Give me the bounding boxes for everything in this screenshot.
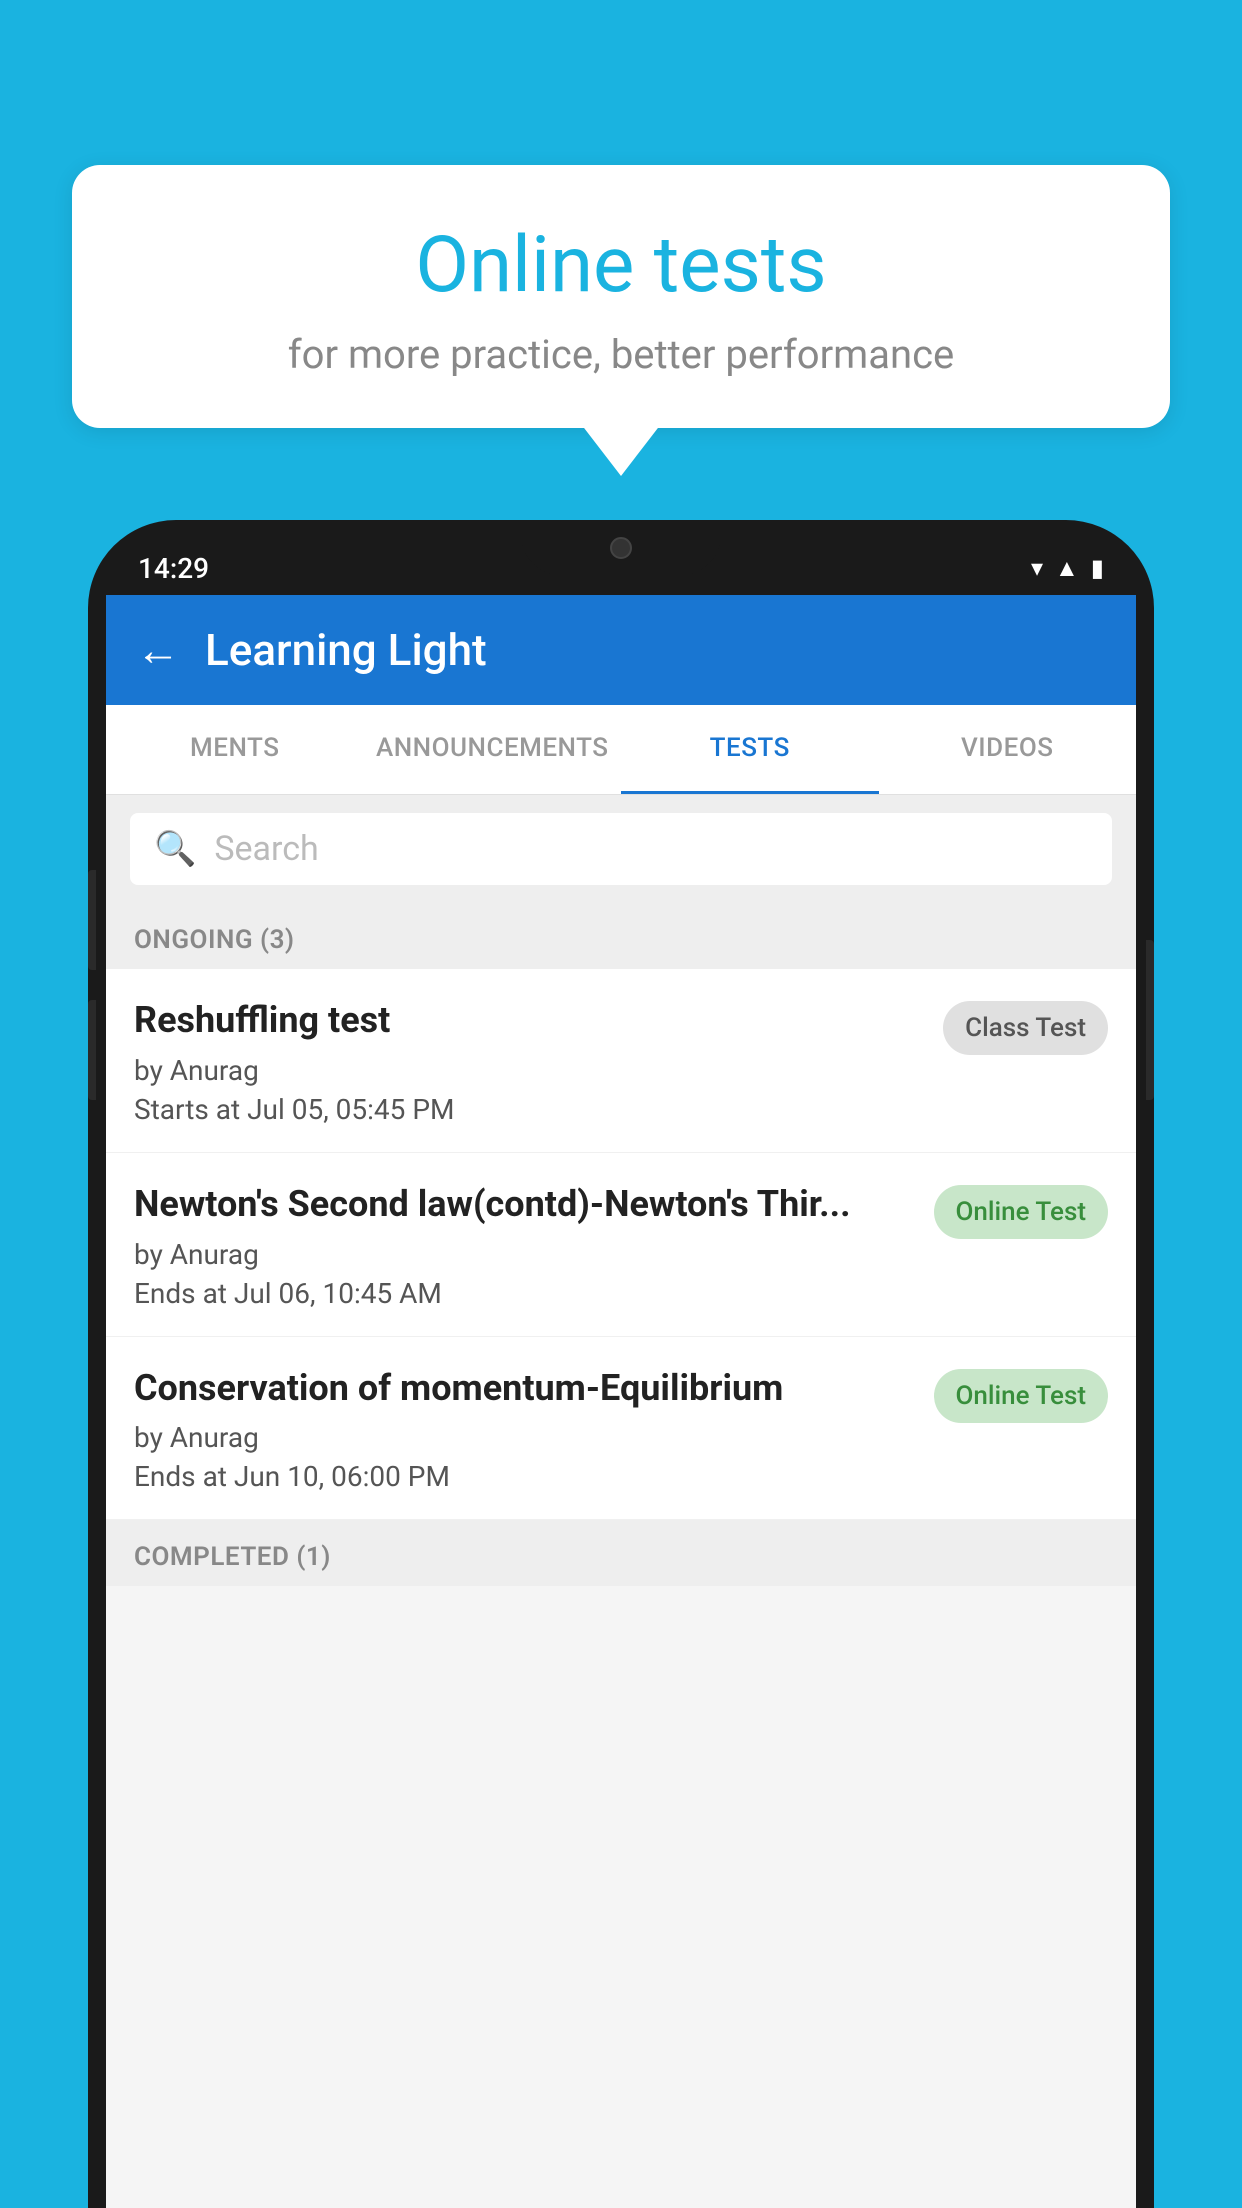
test-info: Reshuffling test by Anurag Starts at Jul… bbox=[134, 997, 925, 1126]
tab-videos[interactable]: VIDEOS bbox=[879, 705, 1137, 794]
tab-ments[interactable]: MENTS bbox=[106, 705, 364, 794]
test-name: Newton's Second law(contd)-Newton's Thir… bbox=[134, 1181, 916, 1228]
app-title: Learning Light bbox=[205, 624, 487, 676]
tab-tests[interactable]: TESTS bbox=[621, 705, 879, 794]
signal-icon: ▲ bbox=[1055, 554, 1079, 583]
back-button[interactable]: ← bbox=[136, 624, 180, 676]
test-date: Ends at Jun 10, 06:00 PM bbox=[134, 1460, 916, 1493]
phone-screen: ← Learning Light MENTS ANNOUNCEMENTS TES… bbox=[106, 595, 1136, 2208]
search-bar[interactable]: 🔍 Search bbox=[130, 813, 1112, 885]
search-bar-container: 🔍 Search bbox=[106, 795, 1136, 903]
test-badge: Online Test bbox=[934, 1369, 1109, 1423]
volume-up-button[interactable] bbox=[88, 870, 96, 970]
test-list: Reshuffling test by Anurag Starts at Jul… bbox=[106, 969, 1136, 1520]
wifi-icon: ▾ bbox=[1031, 554, 1043, 582]
test-name: Reshuffling test bbox=[134, 997, 925, 1044]
speech-bubble: Online tests for more practice, better p… bbox=[72, 165, 1170, 428]
search-icon: 🔍 bbox=[154, 829, 196, 869]
volume-down-button[interactable] bbox=[88, 1000, 96, 1100]
test-item[interactable]: Conservation of momentum-Equilibrium by … bbox=[106, 1337, 1136, 1521]
phone-frame: 14:29 ▾ ▲ ▮ ← Learning Light MENTS ANNOU… bbox=[88, 520, 1154, 2208]
test-by: by Anurag bbox=[134, 1421, 916, 1454]
power-button[interactable] bbox=[1146, 940, 1154, 1100]
test-item[interactable]: Reshuffling test by Anurag Starts at Jul… bbox=[106, 969, 1136, 1153]
test-badge: Online Test bbox=[934, 1185, 1109, 1239]
test-date: Ends at Jul 06, 10:45 AM bbox=[134, 1277, 916, 1310]
test-item[interactable]: Newton's Second law(contd)-Newton's Thir… bbox=[106, 1153, 1136, 1337]
clock: 14:29 bbox=[138, 552, 209, 585]
test-by: by Anurag bbox=[134, 1054, 925, 1087]
status-icons: ▾ ▲ ▮ bbox=[1031, 554, 1104, 583]
tab-announcements[interactable]: ANNOUNCEMENTS bbox=[364, 705, 622, 794]
test-date: Starts at Jul 05, 05:45 PM bbox=[134, 1093, 925, 1126]
bubble-title: Online tests bbox=[132, 220, 1110, 311]
test-badge: Class Test bbox=[943, 1001, 1108, 1055]
battery-icon: ▮ bbox=[1091, 554, 1104, 582]
test-info: Newton's Second law(contd)-Newton's Thir… bbox=[134, 1181, 916, 1310]
app-header: ← Learning Light bbox=[106, 595, 1136, 705]
ongoing-section-header: ONGOING (3) bbox=[106, 903, 1136, 969]
test-info: Conservation of momentum-Equilibrium by … bbox=[134, 1365, 916, 1494]
bubble-subtitle: for more practice, better performance bbox=[132, 331, 1110, 378]
test-name: Conservation of momentum-Equilibrium bbox=[134, 1365, 916, 1412]
tabs-bar: MENTS ANNOUNCEMENTS TESTS VIDEOS bbox=[106, 705, 1136, 795]
completed-section-header: COMPLETED (1) bbox=[106, 1520, 1136, 1586]
status-bar: 14:29 ▾ ▲ ▮ bbox=[88, 538, 1154, 598]
search-placeholder: Search bbox=[214, 829, 318, 869]
test-by: by Anurag bbox=[134, 1238, 916, 1271]
